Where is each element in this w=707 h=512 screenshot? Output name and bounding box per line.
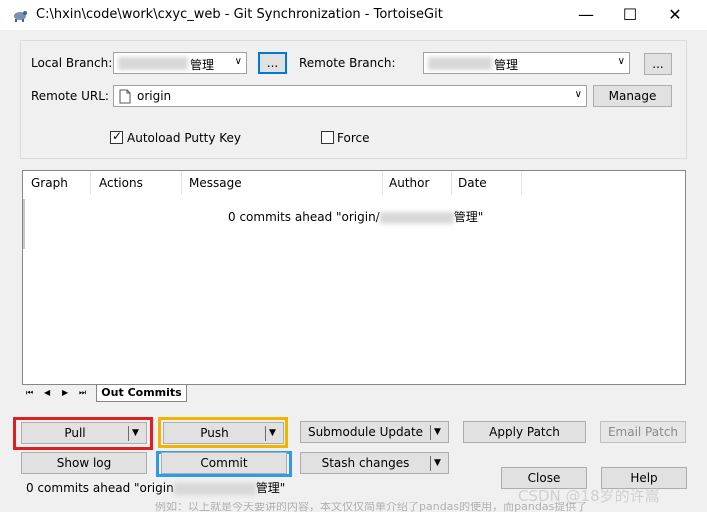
- email-patch-label: Email Patch: [607, 425, 679, 439]
- title-bar: C:\hxin\code\work\cxyc_web - Git Synchro…: [0, 0, 707, 30]
- pull-button-label: Pull: [64, 426, 86, 440]
- split-divider: [265, 426, 266, 441]
- browse-button-label: ...: [266, 56, 279, 70]
- tortoisegit-app-icon: [14, 11, 27, 22]
- split-divider: [430, 425, 431, 440]
- browse-button-label: ...: [652, 57, 664, 71]
- commit-button[interactable]: Commit: [161, 452, 287, 474]
- commit-list[interactable]: Graph Actions Message Author Date 0 comm…: [22, 170, 686, 385]
- local-branch-browse-button[interactable]: ...: [258, 52, 287, 74]
- close-window-button[interactable]: ✕: [652, 0, 698, 30]
- empty-message-suffix: 管理": [453, 210, 484, 224]
- show-log-label: Show log: [56, 456, 112, 470]
- redacted-region: [173, 482, 256, 495]
- dropdown-arrow-icon[interactable]: ▼: [434, 453, 441, 473]
- column-divider: [382, 171, 383, 195]
- remote-branch-browse-button[interactable]: ...: [644, 53, 672, 75]
- local-branch-label: Local Branch:: [31, 56, 113, 70]
- local-branch-combo[interactable]: 管理 ∨: [113, 52, 247, 74]
- local-branch-value: 管理: [190, 58, 215, 72]
- manage-button-label: Manage: [608, 89, 657, 103]
- dropdown-arrow-icon[interactable]: ▼: [269, 423, 276, 443]
- redacted-region: [379, 211, 454, 224]
- tab-strip: ⏮ ◀ ▶ ⏭ Out Commits: [22, 385, 686, 403]
- column-divider: [90, 171, 91, 195]
- close-button-label: Close: [527, 471, 561, 485]
- redacted-region: [428, 57, 492, 70]
- autoload-putty-checkbox[interactable]: ✓: [110, 129, 123, 144]
- tab-next-icon[interactable]: ▶: [62, 388, 68, 397]
- list-left-marker: [23, 199, 25, 249]
- tab-out-commits[interactable]: Out Commits: [96, 385, 187, 402]
- tab-prev-icon[interactable]: ◀: [44, 388, 50, 397]
- remote-branch-label: Remote Branch:: [299, 56, 396, 70]
- chevron-down-icon: ∨: [234, 56, 242, 67]
- autoload-putty-label: Autoload Putty Key: [127, 131, 242, 145]
- remote-branch-value: 管理: [494, 58, 519, 72]
- tab-first-icon[interactable]: ⏮: [26, 388, 33, 398]
- remote-url-combo[interactable]: origin ∨: [113, 85, 587, 107]
- close-icon: ✕: [668, 5, 682, 24]
- show-log-button[interactable]: Show log: [21, 452, 147, 474]
- column-header-graph[interactable]: Graph: [31, 176, 68, 190]
- document-icon: [119, 89, 131, 104]
- push-button-label: Push: [200, 426, 229, 440]
- tab-out-commits-label: Out Commits: [101, 386, 182, 399]
- pull-split-button[interactable]: Pull ▼: [21, 422, 147, 444]
- force-checkbox[interactable]: [321, 131, 334, 144]
- column-header-message[interactable]: Message: [189, 176, 242, 190]
- remote-url-value: origin: [137, 89, 172, 103]
- window-title: C:\hxin\code\work\cxyc_web - Git Synchro…: [36, 7, 443, 22]
- force-label: Force: [337, 131, 370, 145]
- chevron-down-icon: ∨: [574, 89, 582, 100]
- column-header-row: Graph Actions Message Author Date: [23, 171, 685, 195]
- commit-label: Commit: [200, 456, 248, 470]
- maximize-icon: ☐: [622, 5, 638, 24]
- push-split-button[interactable]: Push ▼: [163, 422, 284, 444]
- minimize-button[interactable]: —: [563, 0, 609, 30]
- remote-url-label: Remote URL:: [31, 89, 109, 103]
- stash-changes-split-button[interactable]: Stash changes ▼: [300, 452, 449, 474]
- tab-last-icon[interactable]: ⏭: [79, 388, 86, 398]
- column-divider: [521, 171, 522, 195]
- column-header-actions[interactable]: Actions: [99, 176, 143, 190]
- dropdown-arrow-icon[interactable]: ▼: [132, 423, 139, 443]
- status-suffix: 管理": [255, 481, 286, 495]
- manage-button[interactable]: Manage: [593, 85, 672, 107]
- checkmark-icon: ✓: [112, 129, 123, 143]
- split-divider: [128, 426, 129, 441]
- column-divider: [181, 171, 182, 195]
- submodule-update-label: Submodule Update: [307, 425, 424, 439]
- help-button-label: Help: [630, 471, 658, 485]
- apply-patch-label: Apply Patch: [489, 425, 560, 439]
- column-header-author[interactable]: Author: [389, 176, 429, 190]
- submodule-update-split-button[interactable]: Submodule Update ▼: [300, 421, 449, 443]
- column-header-date[interactable]: Date: [458, 176, 487, 190]
- column-divider: [451, 171, 452, 195]
- chevron-down-icon: ∨: [617, 56, 625, 67]
- stash-changes-label: Stash changes: [321, 456, 410, 470]
- email-patch-button[interactable]: Email Patch: [600, 421, 686, 443]
- underlay-page-text: 例如：以上就是今天要讲的内容，本文仅仅简单介绍了pandas的使用，而panda…: [155, 502, 588, 512]
- remote-branch-combo[interactable]: 管理 ∨: [423, 52, 630, 74]
- apply-patch-button[interactable]: Apply Patch: [463, 421, 586, 443]
- split-divider: [430, 456, 431, 471]
- status-prefix: 0 commits ahead "origin: [26, 481, 174, 495]
- empty-list-message: 0 commits ahead "origin/管理": [228, 208, 483, 225]
- status-text: 0 commits ahead "origin 管理": [26, 479, 285, 496]
- empty-message-prefix: 0 commits ahead "origin/: [228, 210, 380, 224]
- dropdown-arrow-icon[interactable]: ▼: [434, 422, 441, 442]
- redacted-region: [118, 57, 188, 70]
- maximize-button[interactable]: ☐: [607, 0, 653, 30]
- minimize-icon: —: [578, 5, 594, 24]
